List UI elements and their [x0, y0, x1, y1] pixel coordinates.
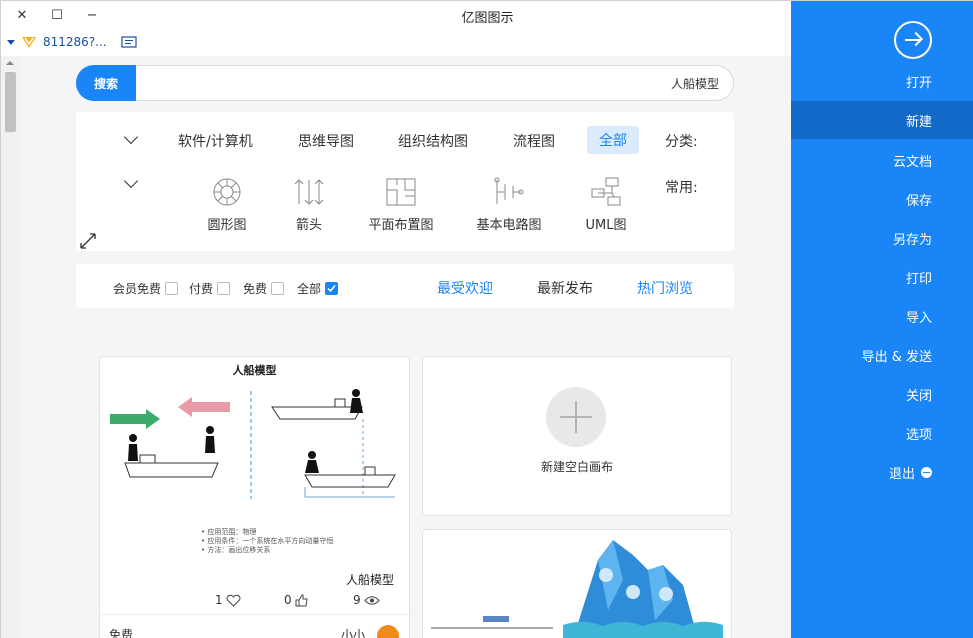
price-badge: 免费: [109, 628, 134, 638]
search-button[interactable]: 搜索: [76, 65, 136, 101]
circular-icon: [213, 178, 241, 206]
favorites-stat[interactable]: 1: [215, 593, 241, 607]
filter-label: 会员免费: [113, 282, 162, 296]
floorplan-icon: [386, 178, 416, 206]
preview-caption-line: • 应用条件：一个系统在水平方向动量守恒: [201, 537, 334, 545]
filter-all[interactable]: 全部: [297, 280, 339, 297]
heart-icon: [226, 594, 241, 607]
sidebar-item-save[interactable]: 保存: [791, 180, 973, 218]
checkbox-icon[interactable]: [165, 282, 179, 295]
arrow-icon: [294, 179, 324, 205]
maximize-button[interactable]: ☐: [46, 5, 68, 25]
scrollbar[interactable]: [1, 56, 19, 638]
preview-caption-line: • 应用范围：物理: [201, 528, 257, 536]
message-icon[interactable]: [121, 35, 137, 49]
card-divider: [100, 614, 409, 615]
template-circular[interactable]: 圆形图: [187, 176, 267, 233]
template-title[interactable]: 人船模型: [346, 571, 394, 588]
account-name[interactable]: 811286?...: [43, 35, 107, 49]
checkbox-icon[interactable]: [271, 282, 285, 295]
sidebar-item-cloud-docs[interactable]: 云文档: [791, 141, 973, 179]
scroll-up-icon[interactable]: [6, 61, 14, 65]
template-label: 平面布置图: [368, 218, 434, 233]
sidebar-item-options[interactable]: 选项: [791, 414, 973, 452]
scrollbar-thumb[interactable]: [5, 72, 16, 132]
template-label: 箭头: [295, 218, 322, 233]
template-label: UML图: [585, 218, 627, 233]
iceberg-preview-image: [431, 540, 723, 638]
new-blank-label: 新建空白画布: [540, 460, 613, 474]
sidebar-item-new[interactable]: 新建: [791, 101, 973, 139]
preview-caption: • 应用范围：物理 • 应用条件：一个系统在水平方向动量守恒 • 方法：画出位移…: [201, 528, 333, 555]
preview-caption-line: • 方法：画出位移关系: [201, 546, 271, 554]
category-item-org-chart[interactable]: 组织结构图: [398, 131, 468, 151]
likes-count: 0: [284, 593, 292, 607]
category-item-mindmap[interactable]: 思维导图: [298, 131, 354, 151]
template-floorplan[interactable]: 平面布置图: [361, 176, 441, 233]
filter-label: 全部: [297, 282, 322, 296]
chevron-down-icon[interactable]: [7, 39, 15, 45]
app-window: 亿图图示 ✕ ☐ − 811286?... 搜索 分类: 全部 流程图 组织结构…: [0, 0, 973, 638]
close-button[interactable]: ✕: [11, 5, 33, 25]
sidebar-item-print[interactable]: 打印: [791, 258, 973, 296]
sidebar-item-close[interactable]: 关闭: [791, 375, 973, 413]
expand-icon[interactable]: [79, 232, 97, 250]
category-item-software[interactable]: 软件/计算机: [178, 131, 253, 151]
likes-stat[interactable]: 0: [284, 593, 309, 607]
checkbox-checked-icon[interactable]: [325, 282, 339, 295]
sort-newest[interactable]: 最新发布: [537, 278, 593, 298]
eye-icon: [363, 595, 380, 605]
checkbox-icon[interactable]: [217, 282, 231, 295]
filter-label: 免费: [243, 282, 268, 296]
template-arrow[interactable]: 箭头: [269, 176, 349, 233]
sidebar-item-import[interactable]: 导入: [791, 297, 973, 335]
sidebar-item-save-as[interactable]: 另存为: [791, 219, 973, 257]
sidebar-item-export-send[interactable]: 导出 & 发送: [791, 336, 973, 374]
filter-member-free[interactable]: 会员免费: [113, 280, 179, 297]
template-circuit[interactable]: 基本电路图: [469, 176, 549, 233]
category-label: 分类:: [665, 134, 698, 150]
plus-icon[interactable]: [546, 387, 606, 447]
minimize-button[interactable]: −: [81, 5, 103, 25]
filter-paid[interactable]: 付费: [189, 280, 231, 297]
exit-icon: [921, 466, 932, 478]
category-item-all[interactable]: 全部: [587, 126, 639, 154]
uml-icon: [591, 177, 621, 206]
circuit-icon: [494, 177, 524, 204]
sidebar-item-open[interactable]: 打开: [791, 62, 973, 100]
vip-badge-icon: [22, 37, 36, 48]
back-arrow-icon[interactable]: [894, 21, 932, 59]
filter-label: 付费: [189, 282, 214, 296]
sort-favorite[interactable]: 最受欢迎: [437, 278, 493, 298]
common-label: 常用:: [665, 180, 698, 196]
search-input[interactable]: [141, 71, 719, 95]
sort-popular[interactable]: 热门浏览: [637, 278, 693, 298]
template-label: 圆形图: [207, 218, 247, 233]
views-count: 9: [353, 593, 361, 607]
category-item-flowchart[interactable]: 流程图: [513, 131, 555, 151]
template-label: 基本电路图: [476, 218, 542, 233]
thumb-up-icon: [295, 594, 308, 606]
favorites-count: 1: [215, 593, 223, 607]
account-bar[interactable]: 811286?...: [7, 33, 137, 51]
sidebar-item-label: 退出: [888, 466, 915, 482]
views-stat[interactable]: 9: [353, 593, 380, 607]
filter-free[interactable]: 免费: [243, 280, 285, 297]
preview-title: 人船模型: [232, 364, 277, 377]
template-uml[interactable]: UML图: [566, 176, 646, 233]
author-name[interactable]: 小小: [341, 626, 365, 638]
sidebar-item-exit[interactable]: 退出: [791, 453, 973, 491]
